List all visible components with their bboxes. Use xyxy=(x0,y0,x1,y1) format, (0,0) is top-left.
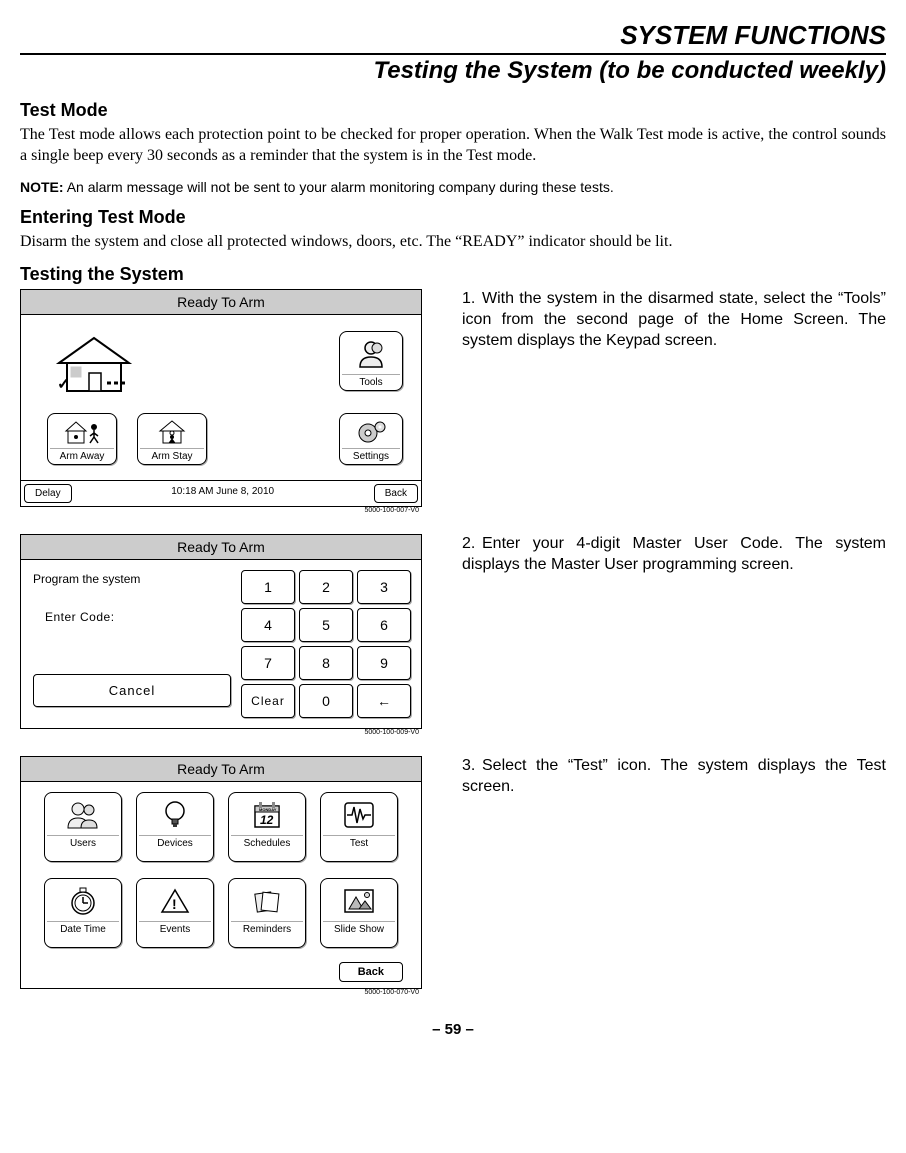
slideshow-button[interactable]: Slide Show xyxy=(320,878,398,948)
notes-icon xyxy=(231,883,303,919)
test-label: Test xyxy=(323,835,395,849)
users-label: Users xyxy=(47,835,119,849)
key-backspace[interactable]: ← xyxy=(357,684,411,718)
note: NOTE: An alarm message will not be sent … xyxy=(20,179,886,195)
step-row-1: Ready To Arm ✓ Tools Arm Away xyxy=(20,289,886,514)
screen-1-wrapper: Ready To Arm ✓ Tools Arm Away xyxy=(20,289,422,514)
svg-text:!: ! xyxy=(172,896,177,912)
step-1-text: 1.With the system in the disarmed state,… xyxy=(462,289,886,351)
schedules-label: Schedules xyxy=(231,835,303,849)
note-label: NOTE: xyxy=(20,179,64,195)
svg-text:✓: ✓ xyxy=(57,376,70,393)
back-button-1[interactable]: Back xyxy=(374,484,418,503)
settings-label: Settings xyxy=(342,448,400,462)
svg-text:12: 12 xyxy=(260,813,274,827)
screen-1-bottombar: Delay 10:18 AM June 8, 2010 Back xyxy=(21,480,421,506)
tools-button[interactable]: Tools xyxy=(339,331,403,391)
reminders-label: Reminders xyxy=(231,921,303,935)
picture-icon xyxy=(323,883,395,919)
reminders-button[interactable]: Reminders xyxy=(228,878,306,948)
gear-icon xyxy=(342,418,400,446)
testing-section: Ready To Arm ✓ Tools Arm Away xyxy=(20,289,886,996)
alert-icon: ! xyxy=(139,883,211,919)
note-body: An alarm message will not be sent to you… xyxy=(67,179,614,195)
screen-1-title: Ready To Arm xyxy=(21,290,421,315)
step-row-2: Ready To Arm Program the system Enter Co… xyxy=(20,534,886,736)
stopwatch-icon xyxy=(47,883,119,919)
page-header: SYSTEM FUNCTIONS xyxy=(20,20,886,55)
screen-3-wrapper: Ready To Arm Users Devices MONDAY12 Sche… xyxy=(20,756,422,996)
events-label: Events xyxy=(139,921,211,935)
page-number: – 59 – xyxy=(20,1021,886,1038)
key-9[interactable]: 9 xyxy=(357,646,411,680)
key-5[interactable]: 5 xyxy=(299,608,353,642)
waveform-icon xyxy=(323,797,395,833)
bulb-icon xyxy=(139,797,211,833)
person-icon xyxy=(342,336,400,372)
screen-2-wrapper: Ready To Arm Program the system Enter Co… xyxy=(20,534,422,736)
step-2-text: 2.Enter your 4-digit Master User Code. T… xyxy=(462,534,886,576)
screen-3-ref: 5000-100-070-V0 xyxy=(20,989,422,996)
arm-stay-label: Arm Stay xyxy=(140,448,204,462)
delay-button[interactable]: Delay xyxy=(24,484,72,503)
step-row-3: Ready To Arm Users Devices MONDAY12 Sche… xyxy=(20,756,886,996)
schedules-button[interactable]: MONDAY12 Schedules xyxy=(228,792,306,862)
arm-away-label: Arm Away xyxy=(50,448,114,462)
events-button[interactable]: ! Events xyxy=(136,878,214,948)
key-8[interactable]: 8 xyxy=(299,646,353,680)
prompt-enter-code: Enter Code: xyxy=(45,610,231,624)
keypad: 1 2 3 4 5 6 7 8 9 Clear 0 ← xyxy=(237,566,415,722)
arm-stay-icon xyxy=(140,418,204,446)
test-button[interactable]: Test xyxy=(320,792,398,862)
screen-master-user: Ready To Arm Users Devices MONDAY12 Sche… xyxy=(20,756,422,989)
heading-test-mode: Test Mode xyxy=(20,100,886,121)
devices-button[interactable]: Devices xyxy=(136,792,214,862)
key-clear[interactable]: Clear xyxy=(241,684,295,718)
step-3-text: 3.Select the “Test” icon. The system dis… xyxy=(462,756,886,798)
arm-stay-button[interactable]: Arm Stay xyxy=(137,413,207,465)
header-subtitle: Testing the System (to be conducted week… xyxy=(20,57,886,85)
datetime-label: 10:18 AM June 8, 2010 xyxy=(75,481,371,506)
para-test-mode: The Test mode allows each protection poi… xyxy=(20,125,886,167)
key-6[interactable]: 6 xyxy=(357,608,411,642)
datetime-button[interactable]: Date Time xyxy=(44,878,122,948)
screen-1-ref: 5000-100-007-V0 xyxy=(20,507,422,514)
key-4[interactable]: 4 xyxy=(241,608,295,642)
back-button-3[interactable]: Back xyxy=(339,962,403,982)
key-3[interactable]: 3 xyxy=(357,570,411,604)
key-2[interactable]: 2 xyxy=(299,570,353,604)
calendar-icon: MONDAY12 xyxy=(231,797,303,833)
screen-3-title: Ready To Arm xyxy=(21,757,421,782)
screen-home: Ready To Arm ✓ Tools Arm Away xyxy=(20,289,422,507)
arm-away-icon xyxy=(50,418,114,446)
para-entering-test: Disarm the system and close all protecte… xyxy=(20,232,886,253)
prompt-program: Program the system xyxy=(33,572,231,586)
heading-entering-test: Entering Test Mode xyxy=(20,207,886,228)
header-title: SYSTEM FUNCTIONS xyxy=(20,20,886,53)
screen-2-title: Ready To Arm xyxy=(21,535,421,560)
cancel-button[interactable]: Cancel xyxy=(33,674,231,707)
house-icon: ✓ xyxy=(49,333,139,393)
arm-away-button[interactable]: Arm Away xyxy=(47,413,117,465)
datetime-label: Date Time xyxy=(47,921,119,935)
devices-label: Devices xyxy=(139,835,211,849)
tools-label: Tools xyxy=(342,374,400,388)
settings-button[interactable]: Settings xyxy=(339,413,403,465)
key-1[interactable]: 1 xyxy=(241,570,295,604)
key-7[interactable]: 7 xyxy=(241,646,295,680)
users-icon xyxy=(47,797,119,833)
heading-testing-system: Testing the System xyxy=(20,264,886,285)
key-0[interactable]: 0 xyxy=(299,684,353,718)
screen-keypad: Ready To Arm Program the system Enter Co… xyxy=(20,534,422,729)
slideshow-label: Slide Show xyxy=(323,921,395,935)
screen-2-ref: 5000-100-009-V0 xyxy=(20,729,422,736)
users-button[interactable]: Users xyxy=(44,792,122,862)
